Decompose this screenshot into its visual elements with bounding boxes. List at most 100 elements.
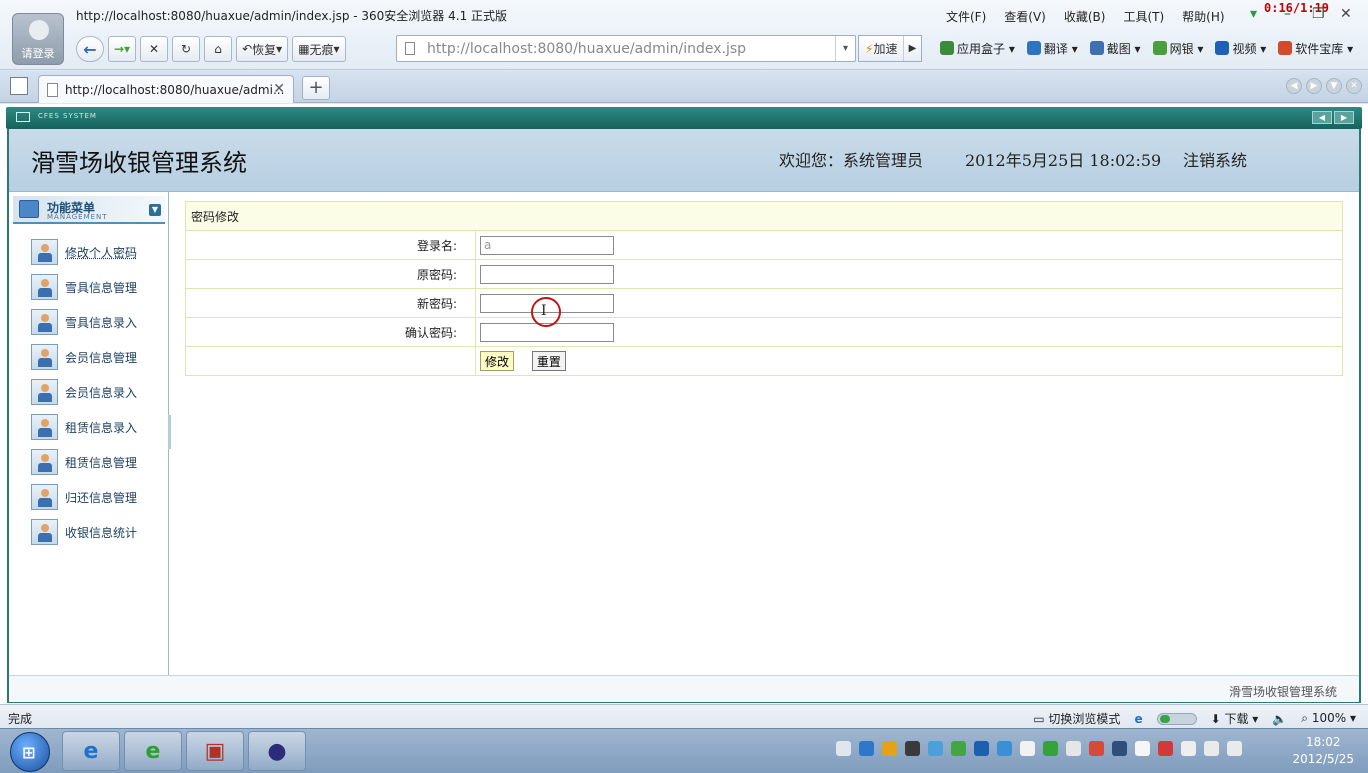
- strip-left-icon[interactable]: ◀: [1312, 111, 1332, 124]
- skin-icon[interactable]: ▾: [1250, 6, 1257, 22]
- speaker-icon[interactable]: [1227, 741, 1242, 756]
- taskbar-360-browser[interactable]: e: [124, 731, 182, 771]
- incognito-button[interactable]: ▦ 无痕 ▾: [292, 36, 346, 62]
- game-icon[interactable]: [951, 741, 966, 756]
- download-button[interactable]: ⬇ 下载 ▾: [1211, 710, 1259, 727]
- browser-360-icon: e: [145, 738, 161, 764]
- tab-left-icon[interactable]: ◀: [1286, 78, 1302, 94]
- switch-mode-button[interactable]: ▭ 切换浏览模式: [1033, 710, 1120, 727]
- zoom-control[interactable]: ⌕ 100% ▾: [1301, 711, 1356, 726]
- menu-home-icon: [19, 200, 39, 218]
- window-icon: ▭: [1033, 712, 1045, 726]
- text-cursor-icon: I: [541, 303, 547, 319]
- sidebar-toggle-icon[interactable]: [10, 77, 28, 95]
- sidebar-item-equipment-manage[interactable]: 雪具信息管理: [31, 273, 137, 301]
- menu-file[interactable]: 文件(F): [946, 8, 986, 25]
- refresh-button[interactable]: ↻: [172, 36, 201, 62]
- submit-button[interactable]: 修改: [480, 351, 515, 371]
- old-password-input[interactable]: [480, 264, 614, 284]
- sidebar-item-member-manage[interactable]: 会员信息管理: [31, 343, 137, 371]
- tool-app-box[interactable]: 应用盒子 ▾: [940, 40, 1015, 57]
- address-bar[interactable]: http://localhost:8080/huaxue/admin/index…: [396, 35, 856, 62]
- home-button[interactable]: ⌂: [204, 36, 233, 62]
- system-clock[interactable]: 18:02 2012/5/25: [1292, 734, 1354, 768]
- tab-current[interactable]: http://localhost:8080/huaxue/admi... ✕: [38, 75, 294, 103]
- user-icon: [31, 519, 58, 545]
- page-icon: [405, 42, 415, 55]
- shield-icon[interactable]: [974, 741, 989, 756]
- tab-list-icon[interactable]: ▼: [1326, 78, 1342, 94]
- sidebar-item-return-manage[interactable]: 归还信息管理: [31, 483, 137, 511]
- volume-icon[interactable]: 🔈: [1272, 712, 1287, 726]
- speed-label: 加速: [873, 42, 898, 56]
- sidebar-item-label: 会员信息录入: [65, 385, 138, 400]
- security-icon[interactable]: [997, 741, 1012, 756]
- qq-icon[interactable]: [859, 741, 874, 756]
- refresh-tray-icon[interactable]: [1043, 741, 1058, 756]
- restore-button[interactable]: ↶ 恢复 ▾: [236, 36, 289, 62]
- tool-software[interactable]: 软件宝库 ▾: [1278, 40, 1353, 57]
- settings-icon[interactable]: [1112, 741, 1127, 756]
- back-button[interactable]: ←: [76, 36, 104, 62]
- sync-icon[interactable]: [928, 741, 943, 756]
- flag-icon[interactable]: [1135, 741, 1150, 756]
- note-icon[interactable]: [1020, 741, 1035, 756]
- tab-close-all-icon[interactable]: ✕: [1346, 78, 1362, 94]
- ie-mode-icon[interactable]: e: [1134, 712, 1142, 726]
- menu-help[interactable]: 帮助(H): [1182, 8, 1224, 25]
- menu-tools[interactable]: 工具(T): [1123, 8, 1164, 25]
- sidebar-item-change-password[interactable]: 修改个人密码: [31, 238, 137, 266]
- reset-button[interactable]: 重置: [531, 351, 566, 371]
- address-text[interactable]: http://localhost:8080/huaxue/admin/index…: [427, 41, 746, 57]
- tool-video[interactable]: 视频 ▾: [1215, 40, 1266, 57]
- collapse-icon[interactable]: ▼: [149, 204, 161, 216]
- toggle-switch[interactable]: [1156, 712, 1197, 725]
- tool-translate[interactable]: 翻译 ▾: [1026, 40, 1078, 57]
- sidebar-item-member-entry[interactable]: 会员信息录入: [31, 378, 137, 406]
- qq2-icon[interactable]: [882, 741, 897, 756]
- sidebar-item-label: 雪具信息录入: [65, 315, 138, 330]
- close-window-icon[interactable]: ✕: [1340, 6, 1352, 22]
- minimize-icon[interactable]: –: [1284, 6, 1291, 22]
- tool-screenshot[interactable]: 截图 ▾: [1089, 40, 1141, 57]
- restore-icon[interactable]: ❐: [1312, 6, 1325, 22]
- login-name-label: 登录名:: [185, 230, 476, 260]
- new-tab-button[interactable]: +: [302, 76, 330, 100]
- sidebar-item-rental-entry[interactable]: 租赁信息录入: [31, 413, 137, 441]
- power-icon[interactable]: [1158, 741, 1173, 756]
- keyboard-icon[interactable]: [836, 741, 851, 756]
- address-dropdown-icon[interactable]: ▾: [835, 36, 855, 61]
- tab-right-icon[interactable]: ▶: [1306, 78, 1322, 94]
- browser-titlebar: 请登录 http://localhost:8080/huaxue/admin/i…: [0, 0, 1368, 70]
- start-button[interactable]: ⊞: [10, 732, 50, 772]
- restore-label: 恢复: [252, 42, 277, 57]
- login-name-input[interactable]: [480, 235, 614, 255]
- windows-taskbar: ⊞ e e ▣ ● 18:02 2012/5/25: [0, 728, 1368, 773]
- tool-ebank[interactable]: 网银 ▾: [1152, 40, 1203, 57]
- monitor-tray-icon[interactable]: [1204, 741, 1219, 756]
- stop-button[interactable]: ✕: [140, 36, 169, 62]
- strip-right-icon[interactable]: ▶: [1334, 111, 1354, 124]
- sidebar-item-rental-manage[interactable]: 租赁信息管理: [31, 448, 137, 476]
- close-tab-icon[interactable]: ✕: [273, 81, 285, 97]
- logout-link[interactable]: 注销系统: [1183, 147, 1247, 171]
- taskbar-eclipse[interactable]: ●: [248, 731, 306, 771]
- forward-button[interactable]: →▾: [108, 36, 137, 62]
- sidebar-item-cashier-stats[interactable]: 收银信息统计: [31, 518, 137, 546]
- speed-button[interactable]: ⚡ 加速 ▶: [858, 35, 922, 62]
- taskbar-toolbox[interactable]: ▣: [186, 731, 244, 771]
- go-icon[interactable]: ▶: [903, 36, 921, 61]
- clipboard-icon[interactable]: [1181, 741, 1196, 756]
- login-avatar[interactable]: 请登录: [12, 13, 64, 65]
- home-icon: ⌂: [214, 42, 222, 56]
- app-tray-icon[interactable]: [1066, 741, 1081, 756]
- network-icon[interactable]: [905, 741, 920, 756]
- sidebar-item-equipment-entry[interactable]: 雪具信息录入: [31, 308, 137, 336]
- menu-view[interactable]: 查看(V): [1004, 8, 1046, 25]
- tool-tray-icon[interactable]: [1089, 741, 1104, 756]
- menu-favorites[interactable]: 收藏(B): [1064, 8, 1106, 25]
- sidebar-splitter[interactable]: [168, 415, 171, 449]
- taskbar-ie[interactable]: e: [62, 731, 120, 771]
- lightning-icon: ⚡: [865, 41, 874, 56]
- download-icon: ⬇: [1210, 712, 1221, 726]
